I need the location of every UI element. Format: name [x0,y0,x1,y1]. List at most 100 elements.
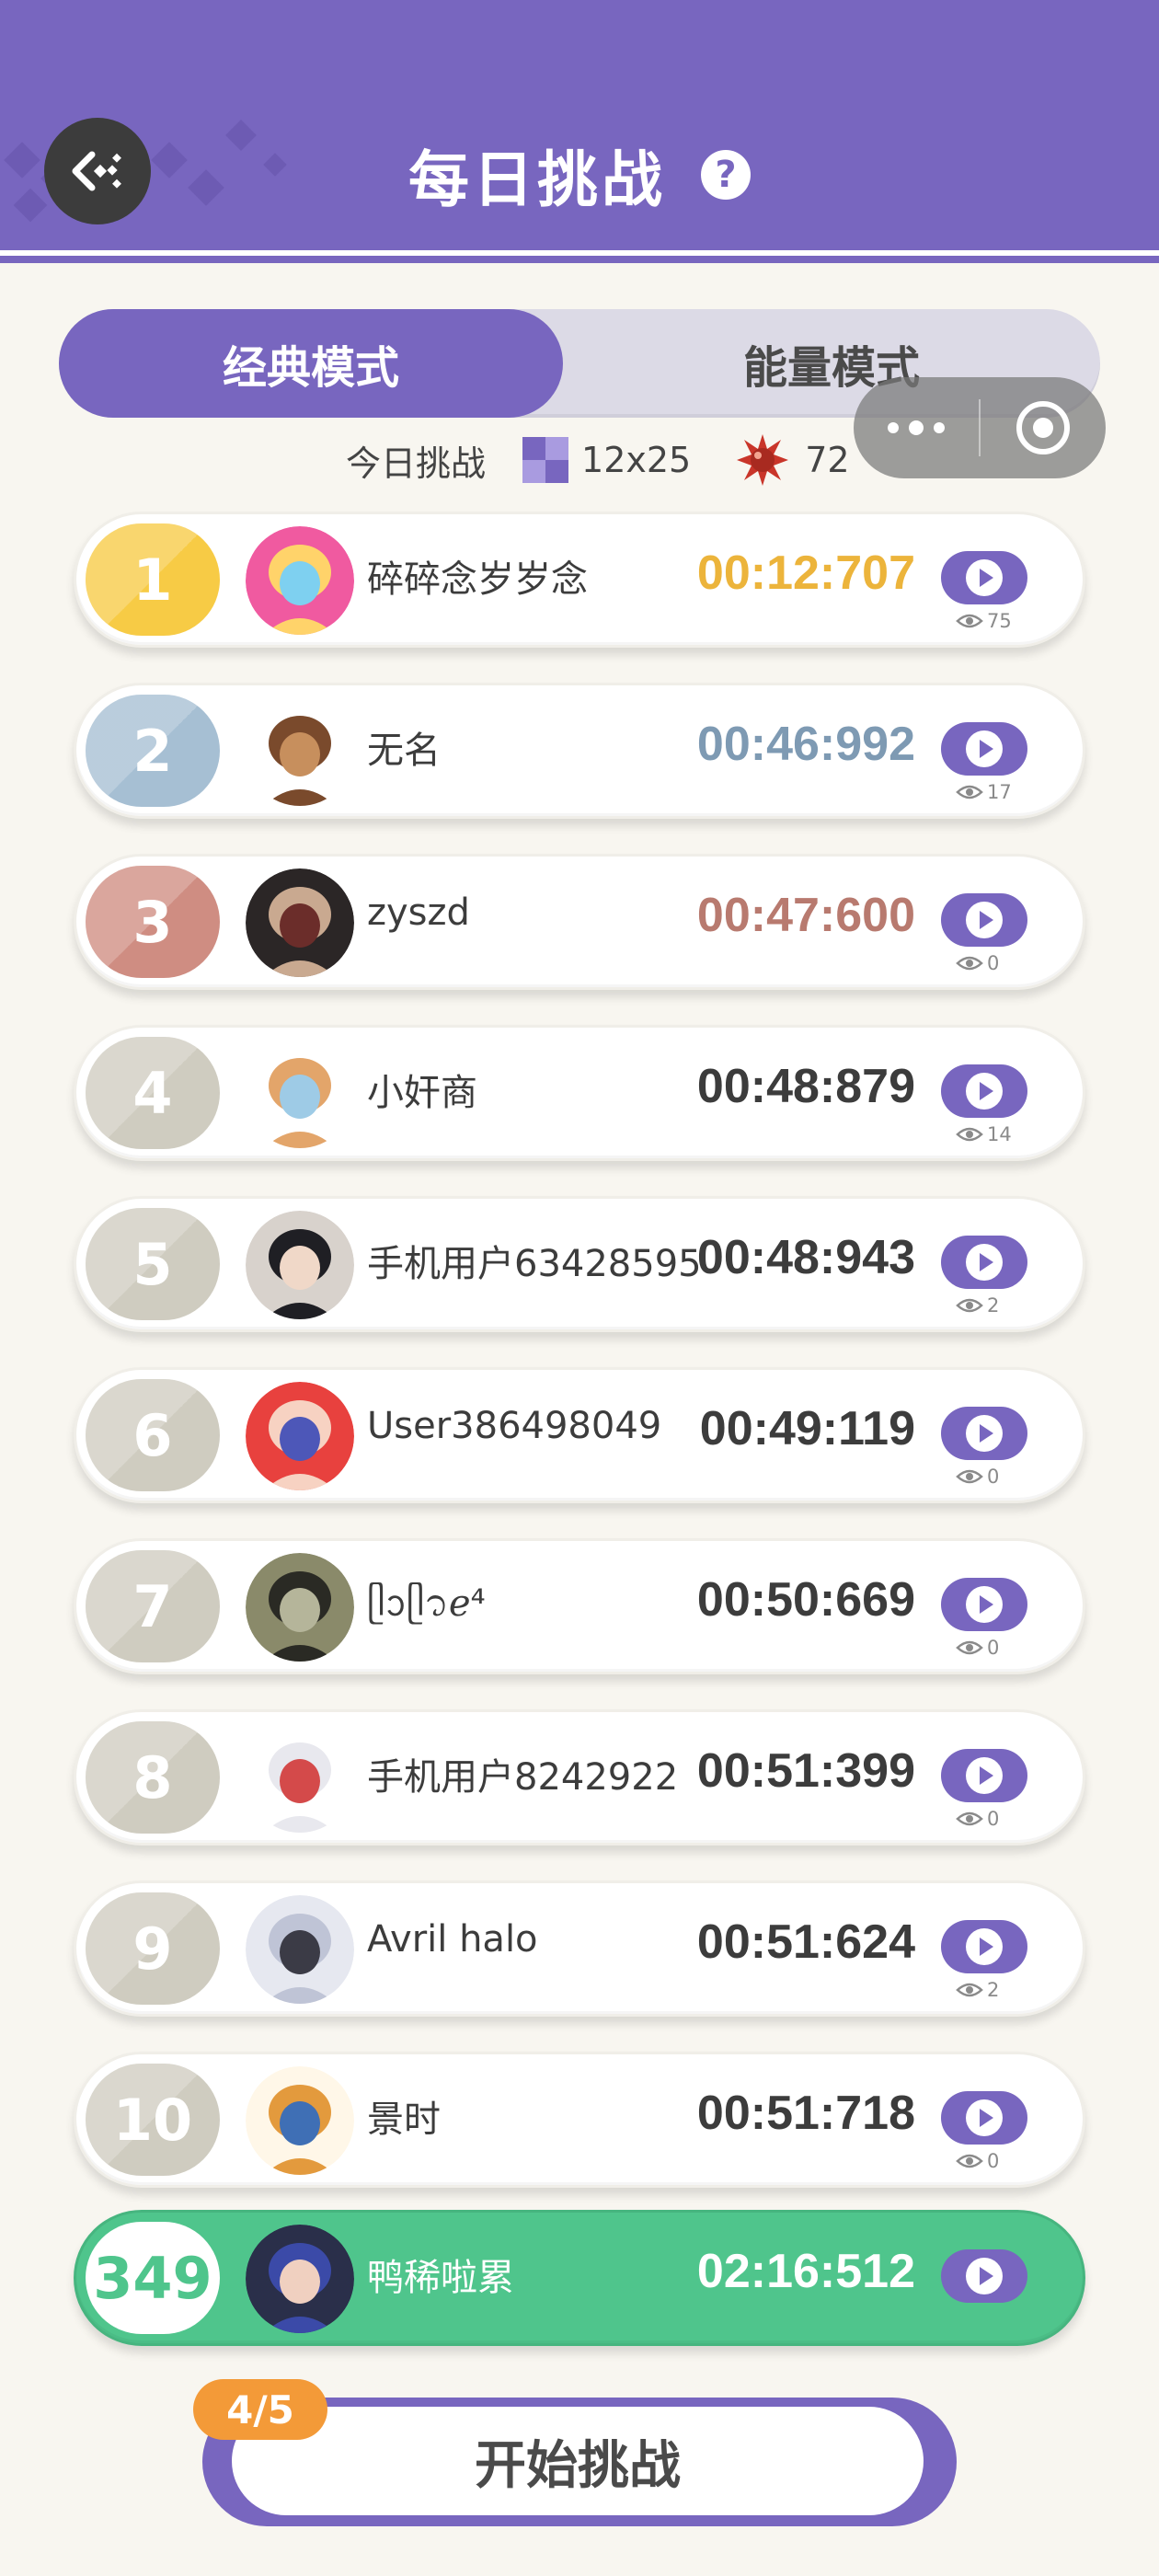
replay-button[interactable] [941,1064,1027,1118]
more-dots-icon [888,420,945,435]
white-hair-avatar [246,1895,354,2004]
view-count-value: 17 [987,781,1012,803]
finish-time: 00:51:399 [696,1744,915,1798]
view-count: 14 [956,1123,1012,1145]
view-count: 75 [956,610,1012,632]
view-count-value: 0 [987,1466,1000,1488]
finish-time: 00:46:992 [696,718,915,771]
close-miniprogram-button[interactable] [981,377,1106,478]
replay-button[interactable] [941,1920,1027,1973]
landscape-avatar [246,1553,354,1662]
daily-challenge-screen: 每日挑战 ? 经典模式 能量模式 今日挑战 12x25 72 1 碎碎念岁岁念 … [0,0,1159,2576]
fan-figure-avatar [246,697,354,806]
rank-number: 5 [132,1230,173,1298]
grid-size-icon [522,437,569,483]
finish-time: 00:49:119 [699,1402,915,1455]
replay-button[interactable] [941,893,1027,947]
view-count: 0 [956,2150,999,2172]
rank-number: 9 [132,1915,173,1983]
finish-time: 00:50:669 [696,1573,915,1627]
rank-number: 7 [132,1572,173,1640]
replay-button[interactable] [941,2249,1027,2303]
rank-badge: 7 [86,1550,220,1662]
ranking-row[interactable]: 8 手机用户8242922 00:51:399 0 [74,1709,1085,1846]
ranking-row[interactable]: 3 zyszd 00:47:600 0 [74,854,1085,990]
rank-number: 8 [132,1743,173,1811]
replay-button[interactable] [941,1407,1027,1460]
player-name: 鸭稀啦累 [367,2257,514,2299]
rank-badge: 6 [86,1379,220,1491]
replay-button[interactable] [941,1749,1027,1802]
replay-button[interactable] [941,1578,1027,1631]
play-icon [966,1928,1003,1965]
eye-icon [956,614,983,628]
finish-time: 00:51:624 [696,1915,915,1969]
eye-icon [956,1127,983,1142]
my-rank-row[interactable]: 349 鸭稀啦累 02:16:512 [74,2210,1085,2346]
rank-badge: 3 [86,866,220,978]
view-count-value: 2 [987,1294,1000,1317]
help-icon[interactable]: ? [701,150,751,200]
view-count-value: 14 [987,1123,1012,1145]
view-count: 2 [956,1294,999,1317]
doll-avatar [246,868,354,977]
eye-icon [956,956,983,971]
rank-number: 4 [132,1059,173,1127]
chibi-boy-avatar [246,1040,354,1148]
blue-hair-boy-avatar [246,2225,354,2333]
today-challenge-info: 今日挑战 12x25 72 [346,432,850,488]
play-icon [966,1586,1003,1623]
ranking-row[interactable]: 2 无名 00:46:992 17 [74,683,1085,819]
play-icon [966,1757,1003,1794]
view-count: 0 [956,952,999,974]
tab-classic-mode[interactable]: 经典模式 [59,309,563,418]
replay-button[interactable] [941,2091,1027,2145]
view-count-value: 0 [987,2150,1000,2172]
ranking-row[interactable]: 1 碎碎念岁岁念 00:12:707 75 [74,512,1085,648]
ranking-row[interactable]: 7 ᥫᩣᥫ᭡ℯ⁴ 00:50:669 0 [74,1538,1085,1674]
play-icon [966,730,1003,767]
page-title: 每日挑战 [408,144,666,215]
dark-hair-man-avatar [246,1211,354,1319]
rank-badge: 349 [86,2222,220,2334]
eye-icon [956,1640,983,1655]
player-name: 景时 [367,2099,441,2141]
rank-badge: 2 [86,695,220,807]
finish-time: 00:51:718 [696,2087,915,2140]
ranking-row[interactable]: 10 景时 00:51:718 0 [74,2052,1085,2188]
replay-button[interactable] [941,722,1027,776]
ranking-row[interactable]: 9 Avril halo 00:51:624 2 [74,1880,1085,2017]
ranking-row[interactable]: 6 User386498049 00:49:119 0 [74,1367,1085,1503]
fox-girl-avatar [246,1724,354,1833]
rank-number: 1 [132,546,173,614]
finish-time: 00:12:707 [696,546,915,600]
start-challenge-label: 开始挑战 [232,2407,924,2515]
mine-icon [737,434,789,486]
title-area: 每日挑战 ? [0,129,1159,221]
rank-number: 6 [132,1401,173,1469]
player-name: 小奸商 [367,1072,477,1114]
rank-number: 3 [132,888,173,956]
more-options-button[interactable] [854,377,979,478]
finish-time: 00:48:879 [696,1060,915,1113]
finish-time: 02:16:512 [696,2245,915,2298]
view-count-value: 75 [987,610,1012,632]
player-name: 碎碎念岁岁念 [367,558,588,601]
red-hair-girl-avatar [246,1382,354,1490]
replay-button[interactable] [941,551,1027,604]
player-name: User386498049 [367,1405,662,1447]
view-count: 0 [956,1466,999,1488]
eye-icon [956,2154,983,2168]
play-icon [966,1244,1003,1281]
mine-count-value: 72 [805,440,850,480]
ranking-row[interactable]: 4 小奸商 00:48:879 14 [74,1025,1085,1161]
rank-badge: 4 [86,1037,220,1149]
anime-girl-avatar [246,526,354,635]
player-name: 手机用户63428595 [367,1243,702,1285]
grid-size-value: 12x25 [581,440,692,480]
view-count: 17 [956,781,1012,803]
ranking-row[interactable]: 5 手机用户63428595 00:48:943 2 [74,1196,1085,1332]
rank-badge: 5 [86,1208,220,1320]
replay-button[interactable] [941,1236,1027,1289]
today-label: 今日挑战 [346,443,487,484]
